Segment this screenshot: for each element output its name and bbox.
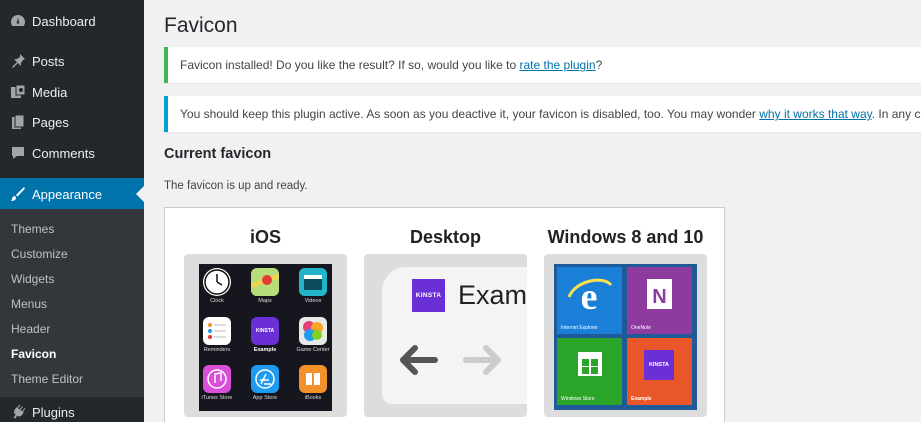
menu-label: Dashboard (32, 13, 96, 29)
tab-corner (382, 267, 406, 291)
menu-item-dashboard[interactable]: Dashboard (0, 6, 144, 36)
menu-label: Appearance (32, 186, 103, 202)
menu-label: Posts (32, 53, 65, 69)
menu-item-pages[interactable]: Pages (0, 107, 144, 137)
success-notice: Favicon installed! Do you like the resul… (164, 47, 921, 83)
admin-sidebar: Dashboard Posts Media Pages Comments App… (0, 0, 144, 422)
app-label: Reminders (203, 347, 231, 353)
notice-text: You should keep this plugin active. As s… (180, 107, 921, 121)
ibooks-icon (299, 365, 327, 393)
why-it-works-link[interactable]: why it works that way (759, 107, 871, 121)
app-label: Maps (258, 298, 272, 304)
menu-item-media[interactable]: Media (0, 77, 144, 107)
plug-icon (0, 404, 32, 420)
submenu-item-themes[interactable]: Themes (11, 222, 54, 236)
dashboard-icon (0, 13, 32, 29)
internet-explorer-icon: e Internet Explorer (557, 267, 622, 334)
submenu-item-theme-editor[interactable]: Theme Editor (11, 372, 83, 386)
submenu-item-favicon[interactable]: Favicon (11, 347, 56, 361)
column-header-desktop: Desktop (409, 227, 481, 247)
main-content: Favicon Favicon installed! Do you like t… (144, 0, 921, 422)
app-label: Game Center (296, 347, 330, 353)
menu-label: Comments (32, 145, 95, 161)
menu-item-appearance[interactable]: Appearance (0, 178, 144, 210)
section-title: Current favicon (164, 146, 272, 162)
app-label: App Store (252, 395, 278, 401)
app-label: Example (253, 347, 277, 353)
tile-label: Example (631, 396, 652, 402)
kinsta-tile: KINSTA Example (627, 338, 692, 405)
paintbrush-icon (0, 186, 32, 202)
videos-icon (299, 268, 327, 296)
forward-arrow-icon (463, 345, 501, 375)
svg-text:N: N (652, 286, 666, 308)
appearance-submenu: Themes Customize Widgets Menus Header Fa… (0, 209, 144, 397)
menu-label: Plugins (32, 404, 75, 420)
kinsta-tile-logo: KINSTA (644, 350, 674, 380)
app-label: iBooks (304, 395, 322, 401)
maps-icon (250, 268, 280, 296)
kinsta-app-icon: KINSTA (251, 317, 279, 345)
menu-item-comments[interactable]: Comments (0, 138, 144, 168)
favicon-preview: iOS Desktop Windows 8 and 10 Clock Maps … (164, 207, 725, 422)
windows-preview: e Internet Explorer N OneNote Windows St… (544, 254, 707, 417)
ios-home-screen: Clock Maps Videos Reminders KINSTA Examp… (199, 264, 332, 411)
tab-title: Exam (458, 280, 527, 310)
comment-icon (0, 145, 32, 161)
reminders-icon (203, 317, 231, 345)
itunes-icon (203, 365, 231, 393)
page-title: Favicon (164, 14, 238, 37)
menu-item-posts[interactable]: Posts (0, 46, 144, 76)
media-icon (0, 84, 32, 100)
status-text: The favicon is up and ready. (164, 180, 308, 192)
pin-icon (0, 53, 32, 69)
clock-icon (203, 268, 231, 296)
submenu-item-customize[interactable]: Customize (11, 247, 68, 261)
app-label: iTunes Store (201, 395, 233, 401)
windows-store-icon: Windows Store (557, 338, 622, 405)
notice-text: Favicon installed! Do you like the resul… (180, 58, 603, 72)
windows-start-screen: e Internet Explorer N OneNote Windows St… (554, 264, 697, 410)
info-notice: You should keep this plugin active. As s… (164, 96, 921, 132)
menu-label: Pages (32, 114, 69, 130)
rate-plugin-link[interactable]: rate the plugin (520, 58, 596, 72)
kinsta-favicon: KINSTA (412, 279, 445, 312)
menu-item-plugins[interactable]: Plugins (0, 397, 144, 422)
submenu-item-menus[interactable]: Menus (11, 297, 47, 311)
app-label: Clock (210, 298, 224, 304)
submenu-item-widgets[interactable]: Widgets (11, 272, 54, 286)
ios-preview: Clock Maps Videos Reminders KINSTA Examp… (184, 254, 347, 417)
desktop-preview: KINSTA Exam (364, 254, 527, 417)
menu-label: Media (32, 84, 68, 100)
submenu-item-header[interactable]: Header (11, 322, 50, 336)
tile-label: Windows Store (561, 396, 595, 402)
column-header-ios: iOS (249, 227, 281, 247)
column-header-windows: Windows 8 and 10 (547, 227, 704, 247)
game-center-icon (299, 317, 327, 345)
tile-label: Internet Explorer (561, 325, 598, 331)
pages-icon (0, 114, 32, 130)
onenote-icon: N OneNote (627, 267, 692, 334)
app-store-icon (251, 365, 279, 393)
tile-label: OneNote (631, 325, 652, 331)
app-label: Videos (304, 298, 322, 304)
back-arrow-icon (400, 345, 438, 375)
